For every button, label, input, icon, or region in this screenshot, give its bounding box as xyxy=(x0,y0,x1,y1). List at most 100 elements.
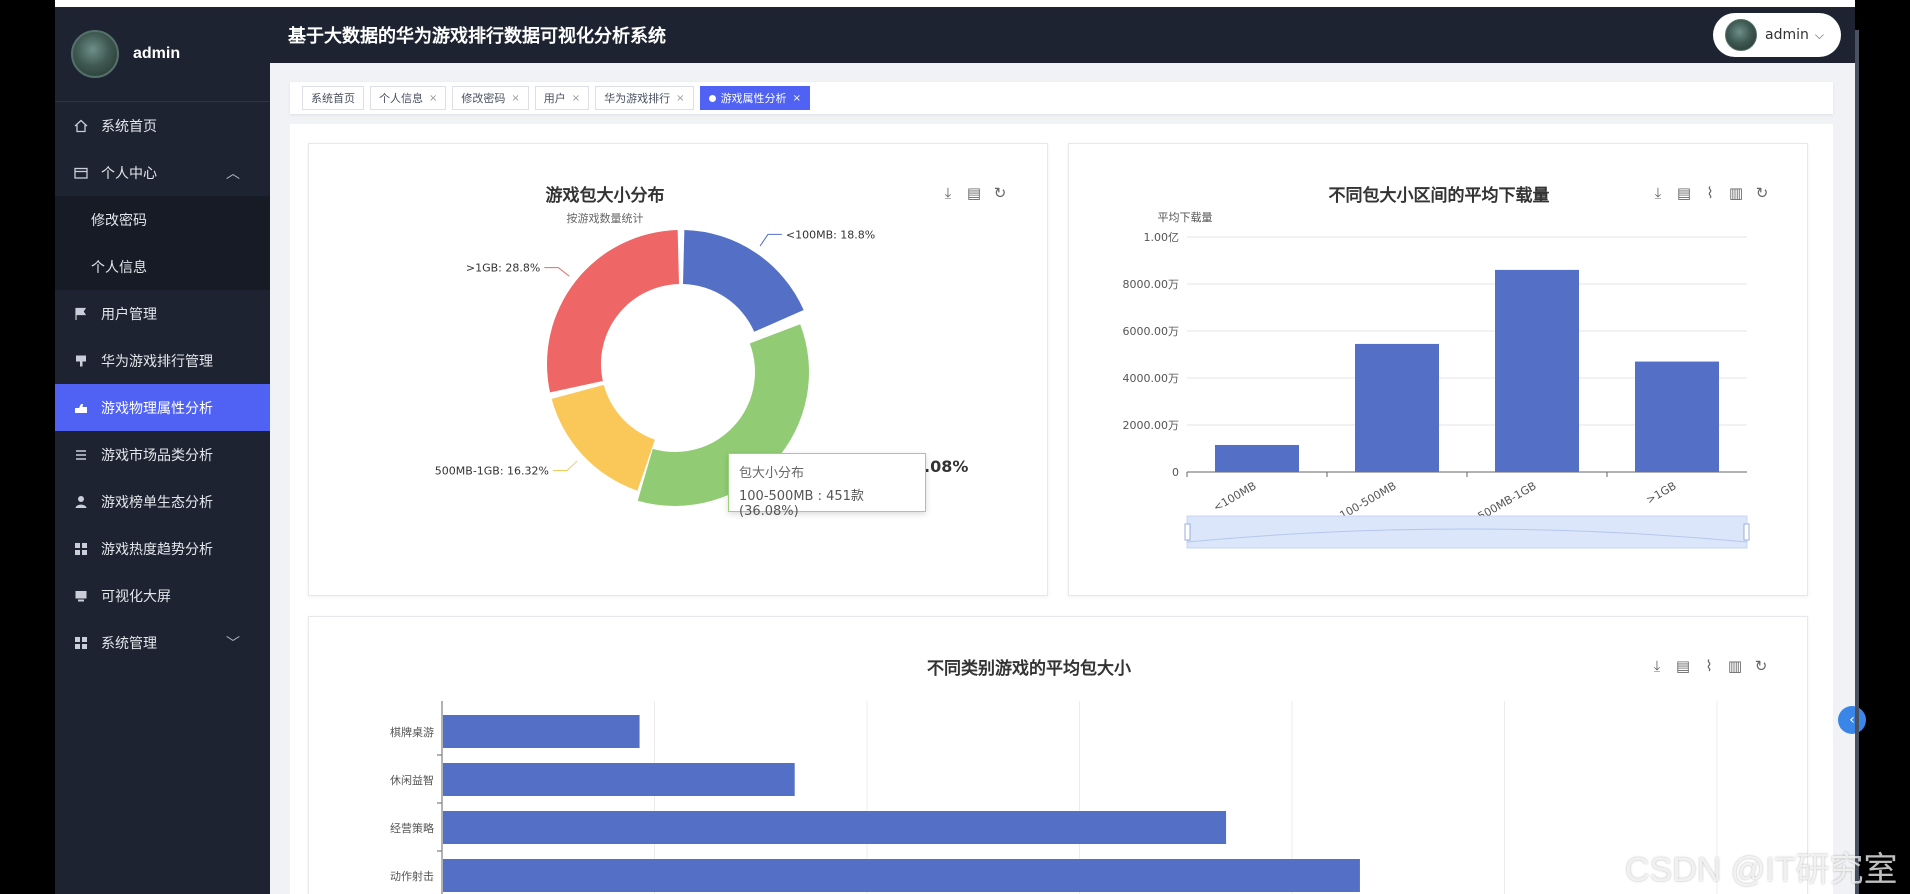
sidebar-item-personal-info[interactable]: 个人信息 xyxy=(55,243,270,290)
tab-label: 华为游戏排行 xyxy=(604,92,671,105)
pie-label-line xyxy=(544,267,570,277)
sidebar-item-home[interactable]: 系统首页 xyxy=(55,102,270,149)
y-tick-label: 0 xyxy=(1172,466,1179,479)
download-bar-card: 不同包大小区间的平均下载量 ⤓ ▤ ⌇ ▥ ↻ 平均下载量 0 2000.00万 40… xyxy=(1068,143,1808,596)
datazoom-slider[interactable] xyxy=(1186,515,1748,549)
y-tick-label: 棋牌桌游 xyxy=(390,725,434,739)
close-icon[interactable]: × xyxy=(572,93,580,104)
tab-5[interactable]: 游戏属性分析 × xyxy=(699,86,810,110)
sidebar-item-label: 修改密码 xyxy=(91,212,147,229)
tab-0[interactable]: 系统首页 xyxy=(302,86,364,110)
app-title: 基于大数据的华为游戏排行数据可视化分析系统 xyxy=(288,26,666,47)
sidebar-item-change-password[interactable]: 修改密码 xyxy=(55,196,270,243)
pie-chart-card: 游戏包大小分布 按游戏数量统计 ⤓ ▤ ↻ <100MB: 18.8% 500MB… xyxy=(308,143,1048,596)
chevron-left-icon: ‹ xyxy=(1849,712,1855,728)
sidebar-item-ecology-analysis[interactable]: 游戏榜单生态分析 xyxy=(55,478,270,525)
pie-slice[interactable] xyxy=(551,384,655,491)
sidebar-username: admin xyxy=(133,45,181,62)
user-menu-button[interactable]: admin ⌵ xyxy=(1713,13,1841,57)
tab-1[interactable]: 个人信息 × xyxy=(370,86,447,110)
pie-slice[interactable] xyxy=(547,230,680,393)
sidebar-item-personal-center[interactable]: 个人中心 ︿ xyxy=(55,149,270,196)
y-tick-label: 2000.00万 xyxy=(1123,419,1180,432)
avatar xyxy=(1725,19,1757,51)
sidebar-user[interactable]: admin xyxy=(55,7,270,102)
pie-slice[interactable] xyxy=(682,230,804,332)
sidebar-item-label: 系统首页 xyxy=(101,118,157,135)
pie-label-line xyxy=(553,460,578,472)
tab-3[interactable]: 用户 × xyxy=(534,86,590,110)
avatar xyxy=(71,30,119,78)
sidebar-item-label: 游戏市场品类分析 xyxy=(101,447,213,464)
datazoom-handle-right[interactable] xyxy=(1743,523,1750,541)
home-icon xyxy=(73,118,89,134)
tooltip-title: 包大小分布 xyxy=(739,466,805,481)
bar[interactable] xyxy=(1495,269,1579,472)
sidebar-item-label: 个人中心 xyxy=(101,165,157,182)
pie-center-value: .08% xyxy=(924,457,969,476)
y-tick-label: 动作射击 xyxy=(390,869,434,883)
tab-label: 系统首页 xyxy=(311,92,355,105)
sidebar-item-users[interactable]: 用户管理 xyxy=(55,290,270,337)
sidebar-item-ranking-manage[interactable]: 华为游戏排行管理 xyxy=(55,337,270,384)
sidebar-item-physical-analysis[interactable]: 游戏物理属性分析 xyxy=(55,384,270,431)
sidebar-item-big-screen[interactable]: 可视化大屏 xyxy=(55,572,270,619)
pie-label: <100MB: 18.8% xyxy=(786,228,875,241)
datazoom-handle-left[interactable] xyxy=(1184,523,1191,541)
sidebar-item-market-analysis[interactable]: 游戏市场品类分析 xyxy=(55,431,270,478)
y-tick-label: 1.00亿 xyxy=(1144,231,1180,244)
chevron-down-icon: ⌵ xyxy=(1814,27,1824,42)
category-size-card: 不同类别游戏的平均包大小 ⤓ ▤ ⌇ ▥ ↻ 棋牌桌游 休闲益智 经营策略 动作射击 xyxy=(308,616,1808,894)
grid-icon xyxy=(73,635,89,651)
sidebar-item-label: 用户管理 xyxy=(101,306,157,323)
bar[interactable] xyxy=(1635,361,1719,472)
screen-icon xyxy=(73,588,89,604)
collapse-button[interactable]: ‹ xyxy=(1838,706,1866,734)
tab-4[interactable]: 华为游戏排行 × xyxy=(595,86,694,110)
tab-label: 用户 xyxy=(543,92,566,105)
sidebar-item-trend-analysis[interactable]: 游戏热度趋势分析 xyxy=(55,525,270,572)
bar[interactable] xyxy=(1215,444,1299,472)
bar[interactable] xyxy=(443,715,640,748)
brush-icon xyxy=(73,353,89,369)
pie-label: 500MB-1GB: 16.32% xyxy=(435,465,549,478)
active-dot-icon xyxy=(708,94,716,102)
sidebar-item-label: 可视化大屏 xyxy=(101,588,171,605)
close-icon[interactable]: × xyxy=(676,93,684,104)
right-edge-bar xyxy=(1855,30,1859,894)
tooltip-text: 100-500MB : 451款 (36.08%) xyxy=(739,489,864,519)
bar[interactable] xyxy=(443,859,1360,892)
sidebar-item-system-manage[interactable]: 系统管理 ﹀ xyxy=(55,619,270,666)
personal-submenu: 修改密码 个人信息 xyxy=(55,196,270,290)
hand-icon xyxy=(73,400,89,416)
pie-label: >1GB: 28.8% xyxy=(466,262,540,275)
y-axis-label: 平均下载量 xyxy=(1158,211,1213,224)
pie-chart-svg: <100MB: 18.8% 500MB-1GB: 16.32% >1GB: 28.8… xyxy=(435,228,875,506)
bar[interactable] xyxy=(1355,343,1439,472)
chevron-up-icon: ︿ xyxy=(226,165,240,182)
sidebar-item-label: 个人信息 xyxy=(91,259,147,276)
close-icon[interactable]: × xyxy=(429,93,437,104)
y-tick-label: 8000.00万 xyxy=(1123,278,1180,291)
top-header: 基于大数据的华为游戏排行数据可视化分析系统 admin ⌵ xyxy=(270,7,1855,63)
hbar-chart-svg: 棋牌桌游休闲益智经营策略动作射击 xyxy=(390,701,1718,894)
close-icon[interactable]: × xyxy=(511,93,519,104)
person-icon xyxy=(73,494,89,510)
tab-2[interactable]: 修改密码 × xyxy=(452,86,529,110)
sidebar: admin 系统首页 个人中心 ︿ 修改密码 个人信息 用户管理 华为游戏排行管… xyxy=(55,7,270,894)
chart-tooltip: 包大小分布 100-500MB : 451款 (36.08%) xyxy=(728,453,926,519)
sidebar-item-label: 系统管理 xyxy=(101,635,157,652)
bar[interactable] xyxy=(443,811,1227,844)
bar-chart-svg: 平均下载量 0 2000.00万 4000.00万 6000.00万 8000.00万 1.… xyxy=(1123,211,1750,549)
y-tick-label: 经营策略 xyxy=(390,821,434,835)
tab-label: 修改密码 xyxy=(461,92,506,105)
pie-label-line xyxy=(759,233,782,247)
grid-icon xyxy=(73,541,89,557)
close-icon[interactable]: × xyxy=(793,93,801,104)
sidebar-item-label: 游戏榜单生态分析 xyxy=(101,494,213,511)
tags-bar: 系统首页 个人信息 × 修改密码 × 用户 × 华为游戏排行 × 游戏属性分析 × xyxy=(290,82,1833,114)
bar[interactable] xyxy=(443,763,795,796)
sidebar-item-label: 游戏物理属性分析 xyxy=(101,400,213,417)
y-tick-label: 4000.00万 xyxy=(1123,372,1180,385)
sidebar-item-label: 游戏热度趋势分析 xyxy=(101,541,213,558)
